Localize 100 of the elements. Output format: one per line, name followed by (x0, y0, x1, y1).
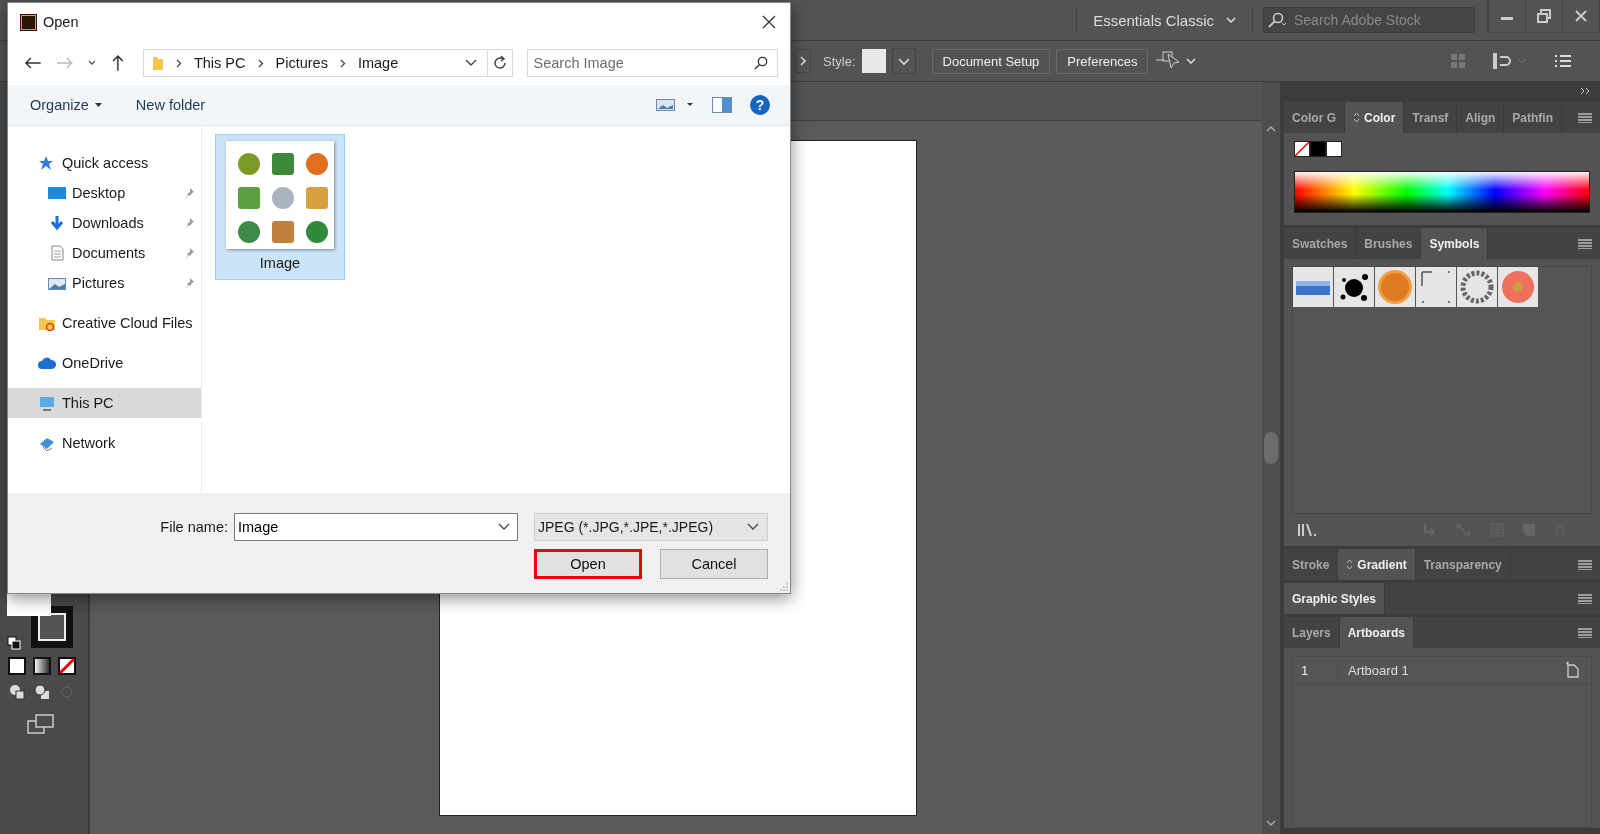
chevron-right-icon (339, 58, 346, 68)
symbol-thumbnail[interactable] (1416, 267, 1456, 307)
search-field[interactable]: Search Adobe Stock (1263, 7, 1475, 33)
recent-caret-icon[interactable] (87, 59, 98, 67)
panel-menu-icon[interactable] (1578, 238, 1592, 249)
address-bar[interactable]: This PC Pictures Image (142, 49, 513, 77)
panel-menu-icon[interactable] (1578, 559, 1592, 570)
monitor-icon (48, 185, 66, 201)
none-swatch-icon[interactable] (1294, 141, 1310, 157)
nav-item[interactable]: Pictures (8, 268, 201, 298)
scroll-down-icon[interactable] (1265, 820, 1277, 828)
command-button[interactable]: Organize (22, 93, 110, 117)
swatch-icon[interactable] (1326, 141, 1342, 157)
swatch-icon[interactable] (1310, 141, 1326, 157)
none-mode-icon[interactable] (57, 656, 77, 676)
cloud-icon (38, 355, 56, 371)
nav-item[interactable]: Network (8, 428, 201, 458)
dropdown-caret-icon[interactable] (464, 59, 477, 67)
folder-icon (38, 315, 56, 331)
panel-tab[interactable]: Transf (1404, 102, 1458, 133)
workspace-switcher[interactable]: Essentials Classic (1087, 7, 1242, 33)
command-button[interactable]: New folder (127, 93, 214, 117)
draw-behind-icon[interactable] (32, 682, 52, 702)
panel-tab[interactable]: Graphic Styles (1284, 583, 1386, 614)
search-icon[interactable] (754, 56, 768, 70)
artboard-name[interactable]: Artboard 1 (1338, 662, 1565, 678)
preview-pane-icon[interactable] (712, 97, 732, 113)
dialog-button[interactable]: Cancel (660, 549, 768, 579)
panel-tab[interactable]: Align (1457, 102, 1505, 133)
nav-item[interactable]: OneDrive (8, 348, 201, 378)
pin-icon[interactable] (183, 187, 195, 199)
panel-tab[interactable]: Color (1345, 102, 1405, 133)
file-name-field[interactable]: Image (234, 513, 518, 541)
breadcrumb-item[interactable]: Pictures (275, 55, 328, 71)
app-logo-icon (20, 13, 37, 31)
up-arrow-icon[interactable] (111, 54, 125, 72)
color-mode-icon[interactable] (7, 656, 27, 676)
collapse-panels-icon[interactable] (1580, 86, 1592, 95)
screen-mode-icon[interactable] (27, 714, 55, 734)
artboard-number: 1 (1293, 662, 1338, 678)
dropdown-caret-icon (747, 523, 759, 531)
dialog-button[interactable]: Open (534, 549, 642, 579)
gradient-mode-icon[interactable] (32, 656, 52, 676)
style-label: Style: (823, 53, 856, 69)
nav-item[interactable]: This PC (8, 388, 201, 418)
symbol-thumbnail[interactable] (1293, 267, 1333, 307)
folder-icon (151, 55, 164, 71)
nav-item[interactable]: Downloads (8, 208, 201, 238)
chevron-right-icon (175, 58, 182, 68)
breadcrumb-item[interactable]: This PC (193, 55, 246, 71)
search-icon (1267, 12, 1289, 28)
chevron-right-icon (257, 58, 264, 68)
pin-icon[interactable] (183, 217, 195, 229)
file-type-dropdown[interactable]: JPEG (*.JPG,*.JPE,*.JPEG) (534, 513, 768, 541)
panel-tab[interactable]: Transparency (1415, 549, 1511, 580)
panel-menu-icon[interactable] (1578, 627, 1592, 638)
symbol-thumbnail[interactable] (1375, 267, 1415, 307)
network-icon (38, 435, 56, 451)
view-options-icon[interactable] (656, 98, 694, 112)
help-button[interactable]: ? (750, 95, 770, 115)
document-icon (48, 245, 66, 261)
caret-icon[interactable] (891, 48, 916, 74)
color-spectrum[interactable] (1294, 171, 1590, 213)
chevron-down-icon[interactable] (1186, 58, 1197, 64)
panel-tab[interactable]: Symbols (1421, 228, 1489, 259)
scrollbar-thumb[interactable] (1264, 432, 1278, 464)
control-bar-button[interactable]: Document Setup (931, 48, 1051, 74)
nav-item[interactable]: Documents (8, 238, 201, 268)
resize-grip-icon[interactable] (780, 583, 788, 591)
panel-tab[interactable]: Gradient (1338, 549, 1416, 580)
panel-menu-icon[interactable] (1578, 112, 1592, 123)
symbol-thumbnail[interactable] (1334, 267, 1374, 307)
style-swatch[interactable] (861, 49, 886, 73)
draw-normal-icon[interactable] (7, 682, 27, 702)
field-label: File name: (160, 519, 228, 535)
symbol-thumbnail[interactable] (1498, 267, 1538, 307)
chevron-right-icon[interactable] (795, 49, 811, 73)
close-icon[interactable] (762, 15, 776, 29)
panel-tab[interactable]: Swatches (1284, 228, 1357, 259)
symbol-thumbnail[interactable] (1457, 267, 1497, 307)
file-item[interactable]: Image (215, 134, 345, 280)
nav-item[interactable]: Quick access (8, 148, 201, 178)
panel-tab[interactable]: Layers (1284, 617, 1340, 648)
panel-tab[interactable]: Pathfin (1504, 102, 1563, 133)
breadcrumb-item[interactable]: Image (357, 55, 399, 71)
list-icon[interactable] (1554, 54, 1572, 68)
panel-menu-icon[interactable] (1578, 593, 1592, 604)
swap-icon[interactable] (7, 636, 21, 650)
pin-icon[interactable] (183, 277, 195, 289)
align-icon[interactable] (1492, 52, 1528, 70)
artboard-options-icon[interactable] (1565, 662, 1579, 678)
back-arrow-icon[interactable] (24, 56, 42, 70)
nav-item[interactable]: Desktop (8, 178, 201, 208)
dropdown-caret-icon[interactable] (498, 523, 510, 531)
computer-icon (38, 395, 56, 411)
control-bar-button[interactable]: Preferences (1056, 48, 1149, 74)
scroll-up-icon[interactable] (1265, 124, 1277, 132)
nav-item[interactable]: Creative Cloud Files (8, 308, 201, 338)
pin-icon[interactable] (183, 247, 195, 259)
panel-tab[interactable]: Artboards (1339, 617, 1415, 648)
